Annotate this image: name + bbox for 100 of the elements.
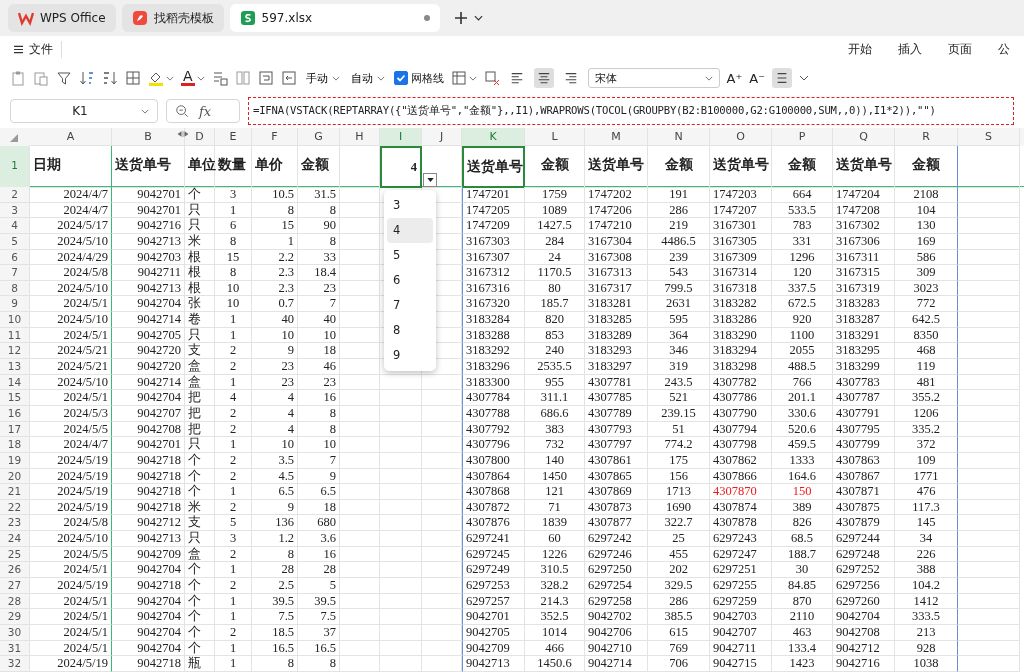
file-menu[interactable]: 文件 [14, 40, 62, 58]
table-cell: 1 [215, 484, 252, 500]
column-header[interactable]: I [380, 128, 422, 146]
decrease-font-button[interactable]: A⁻ [749, 70, 766, 86]
formula-field[interactable]: =IFNA(VSTACK(REPTARRAY({"送货单号","金额"},,I1),WRAPROWS(TOCOL(GROUPBY(B2:B100000,G2:G100000,SUM,,0)),I1*2)),"") [248, 97, 1014, 125]
dropdown-option[interactable]: 9 [387, 343, 433, 368]
increase-font-button[interactable]: A⁺ [726, 70, 743, 86]
dropdown-button[interactable] [423, 173, 437, 187]
table-cell: 853 [525, 327, 585, 344]
menu-tab[interactable]: 公 [998, 40, 1010, 58]
table-cell: 4307790 [710, 405, 772, 422]
table-cell: 214.3 [525, 593, 585, 610]
calculation-dropdown[interactable]: 手动 [303, 70, 342, 86]
caret-icon[interactable] [799, 75, 810, 81]
menu-icon [14, 44, 23, 54]
dropdown-option[interactable]: 8 [387, 318, 433, 343]
browser-tab[interactable]: WPS Office [8, 4, 116, 32]
table-cell: 40 [298, 312, 340, 328]
empty-cell [958, 312, 1020, 328]
table-cell: 120 [772, 265, 833, 281]
table-cell: 3183299 [833, 359, 895, 375]
caret-icon[interactable] [473, 15, 483, 21]
table-cell: 9042712 [112, 515, 185, 532]
column-header[interactable]: A [30, 128, 112, 146]
table-cell: 4307879 [833, 515, 895, 532]
menu-tab[interactable]: 插入 [898, 40, 922, 58]
row-number[interactable]: 1 [0, 146, 30, 188]
table-style-button[interactable] [450, 70, 477, 86]
table-cell: 2 [215, 405, 252, 422]
table-cell: 3167303 [462, 233, 525, 250]
select-all-icon[interactable] [10, 134, 18, 142]
table-cell: 109 [895, 452, 958, 469]
dropdown-option[interactable]: 7 [387, 293, 433, 318]
table-cell: 2024/5/19 [30, 484, 112, 500]
dropdown-option[interactable]: 4 [387, 218, 433, 243]
column-header[interactable]: O [710, 128, 772, 146]
empty-cell [340, 327, 380, 344]
clipboard-icon[interactable] [10, 70, 26, 86]
table-cell: 1759 [525, 187, 585, 203]
table-cell: 23 [298, 374, 340, 391]
clear-format-icon[interactable] [483, 70, 500, 86]
sort-icon[interactable] [102, 70, 118, 86]
table-cell: 个 [185, 624, 215, 641]
browser-tab[interactable]: 找稻壳模板 [121, 4, 224, 32]
dropdown-option[interactable]: 5 [387, 243, 433, 268]
table-cell: 1 [215, 593, 252, 610]
sort-icon[interactable] [79, 70, 95, 86]
empty-cell [958, 609, 1020, 625]
hidden-column-icon[interactable] [178, 131, 188, 137]
dropdown-option[interactable]: 3 [387, 193, 433, 218]
table-cell: 2024/5/1 [30, 624, 112, 641]
table-cell: 4307794 [710, 421, 772, 438]
function-button[interactable]: fx [199, 103, 212, 119]
column-header[interactable]: P [772, 128, 833, 146]
column-header[interactable]: N [648, 128, 710, 146]
wrap-icon[interactable] [257, 70, 274, 86]
column-header[interactable]: G [298, 128, 340, 146]
empty-cell [380, 656, 422, 672]
header-cell: 送货单号 [585, 146, 648, 188]
new-tab-icon[interactable] [453, 11, 468, 25]
menu-tab[interactable]: 开始 [848, 40, 872, 58]
table-cell: 9042704 [112, 593, 185, 610]
align-button[interactable] [533, 68, 554, 88]
table-cell: 240 [525, 343, 585, 360]
menu-tab[interactable]: 页面 [948, 40, 972, 58]
empty-cell [380, 578, 422, 594]
browser-tab[interactable]: 597.xlsx [229, 4, 440, 32]
column-header[interactable]: K [462, 128, 525, 146]
fill-color-button[interactable] [148, 70, 174, 86]
merge-icon[interactable] [280, 70, 297, 86]
filter-icon[interactable] [56, 70, 72, 86]
auto-dropdown[interactable]: 自动 [348, 70, 387, 86]
table-cell: 169 [895, 233, 958, 250]
column-header[interactable]: F [252, 128, 298, 146]
table-cell: 389 [772, 499, 833, 516]
font-dropdown[interactable]: 宋体 [587, 68, 720, 88]
table-cell: 1747203 [710, 187, 772, 203]
search-icon[interactable] [175, 104, 189, 118]
vertical-align-button[interactable] [772, 68, 793, 88]
table-cell: 1450.6 [525, 656, 585, 672]
column-header[interactable]: E [215, 128, 252, 146]
table-cell: 只 [185, 327, 215, 344]
column-header[interactable]: S [958, 128, 1020, 146]
header-cell: 金额 [298, 146, 340, 188]
dropdown-option[interactable]: 6 [387, 268, 433, 293]
table-cell: 个 [185, 468, 215, 485]
gridlines-checkbox[interactable]: 网格线 [393, 70, 444, 86]
name-box[interactable]: K1 [10, 99, 158, 123]
column-header[interactable]: R [895, 128, 958, 146]
borders-icon[interactable] [125, 70, 141, 86]
empty-cell [340, 296, 380, 313]
column-header[interactable]: L [525, 128, 585, 146]
table-cell: 16.5 [252, 640, 298, 657]
table-cell: 533.5 [772, 202, 833, 219]
table-cell: 6.5 [298, 484, 340, 500]
column-header[interactable]: M [585, 128, 648, 146]
font-color-button[interactable]: A [181, 70, 205, 86]
column-header[interactable]: Q [833, 128, 895, 146]
input-cell[interactable]: 4 [380, 146, 422, 188]
table-cell: 9042715 [710, 656, 772, 672]
